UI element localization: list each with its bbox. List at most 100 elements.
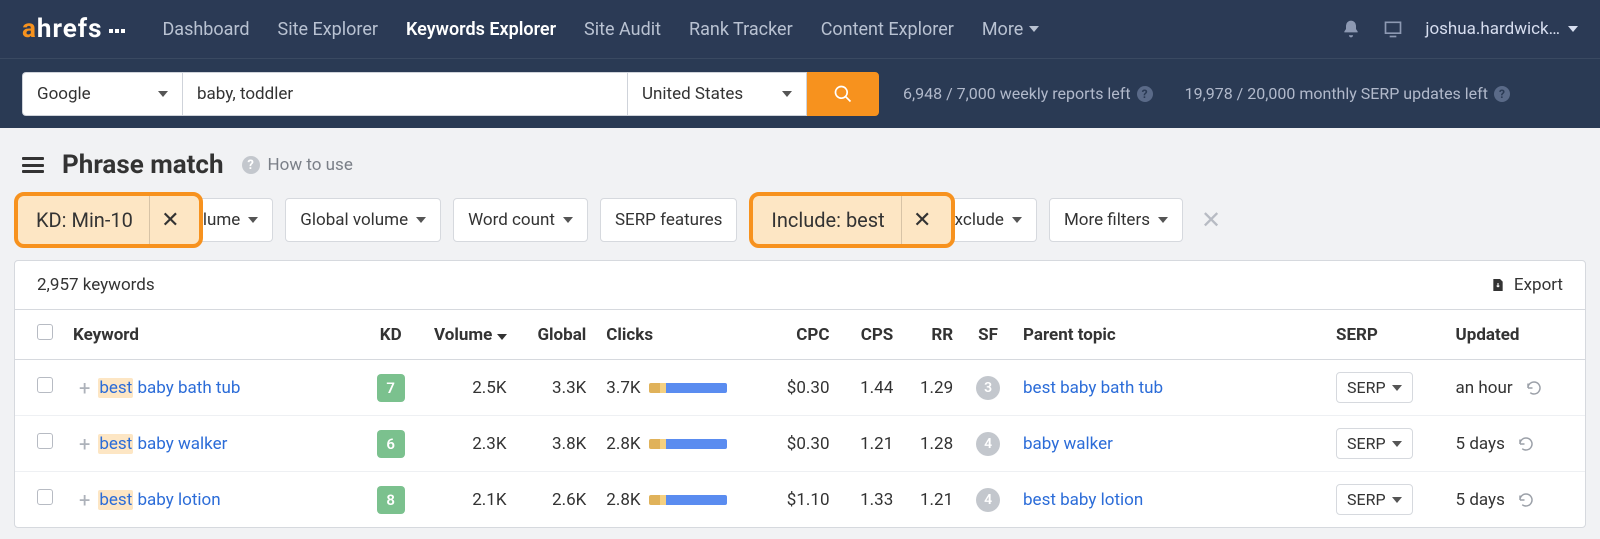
chevron-down-icon xyxy=(1568,26,1578,32)
chevron-down-icon xyxy=(1012,217,1022,223)
row-checkbox[interactable] xyxy=(37,433,53,449)
cell-cpc: $1.10 xyxy=(766,472,840,528)
sf-badge: 3 xyxy=(976,376,1000,400)
search-bar: Google baby, toddler United States 6,948… xyxy=(0,58,1600,128)
nav-more[interactable]: More xyxy=(982,19,1039,40)
cell-clicks: 3.7K xyxy=(596,360,765,416)
filter-word-count[interactable]: Word count xyxy=(453,198,588,242)
filter-kd-active[interactable]: KD: Min-10 ✕ xyxy=(14,192,203,248)
nav-content-explorer[interactable]: Content Explorer xyxy=(821,19,954,40)
monitor-icon[interactable] xyxy=(1383,19,1403,39)
export-button[interactable]: Export xyxy=(1490,275,1563,295)
nav-rank-tracker[interactable]: Rank Tracker xyxy=(689,19,793,40)
cell-updated: 5 days xyxy=(1446,416,1585,472)
cell-volume: 2.5K xyxy=(421,360,517,416)
col-cps[interactable]: CPS xyxy=(840,310,904,360)
nav-site-explorer[interactable]: Site Explorer xyxy=(278,19,378,40)
spark-bar xyxy=(649,383,727,393)
select-all-checkbox[interactable] xyxy=(37,324,53,340)
keyword-link[interactable]: best baby lotion xyxy=(98,490,220,510)
col-parent[interactable]: Parent topic xyxy=(1013,310,1326,360)
filter-include-active[interactable]: Include: best ✕ xyxy=(749,192,954,248)
serp-updates-left-status: 19,978 / 20,000 monthly SERP updates lef… xyxy=(1185,84,1510,103)
clear-filters-icon[interactable]: ✕ xyxy=(1195,206,1227,234)
download-icon xyxy=(1490,276,1506,294)
chevron-down-icon xyxy=(416,217,426,223)
nav-site-audit[interactable]: Site Audit xyxy=(584,19,661,40)
refresh-icon[interactable] xyxy=(1517,491,1535,509)
keyword-link[interactable]: best baby walker xyxy=(98,434,227,454)
cell-volume: 2.1K xyxy=(421,472,517,528)
chevron-down-icon xyxy=(782,91,792,97)
cell-updated: 5 days xyxy=(1446,472,1585,528)
user-menu[interactable]: joshua.hardwick… xyxy=(1425,19,1578,39)
parent-topic-link[interactable]: baby walker xyxy=(1023,434,1113,454)
user-name: joshua.hardwick… xyxy=(1425,19,1560,39)
parent-topic-link[interactable]: best baby lotion xyxy=(1023,490,1143,510)
col-serp[interactable]: SERP xyxy=(1326,310,1446,360)
cell-cps: 1.21 xyxy=(840,416,904,472)
search-engine-select[interactable]: Google xyxy=(22,72,182,116)
export-label: Export xyxy=(1514,275,1563,295)
cell-cps: 1.33 xyxy=(840,472,904,528)
col-rr[interactable]: RR xyxy=(903,310,963,360)
filter-kd-label: KD: Min-10 xyxy=(26,208,143,232)
serp-button[interactable]: SERP xyxy=(1336,372,1413,403)
nav-more-label: More xyxy=(982,19,1023,40)
expand-icon[interactable]: + xyxy=(79,488,90,512)
expand-icon[interactable]: + xyxy=(79,432,90,456)
top-nav: ahrefs Dashboard Site Explorer Keywords … xyxy=(0,0,1600,58)
cell-cpc: $0.30 xyxy=(766,360,840,416)
keyword-link[interactable]: best baby bath tub xyxy=(98,378,240,398)
keywords-input[interactable]: baby, toddler xyxy=(182,72,627,116)
kd-badge: 7 xyxy=(377,374,405,402)
cell-rr: 1.29 xyxy=(903,360,963,416)
bell-icon[interactable] xyxy=(1341,19,1361,39)
kd-badge: 8 xyxy=(377,486,405,514)
col-clicks[interactable]: Clicks xyxy=(596,310,765,360)
col-updated[interactable]: Updated xyxy=(1446,310,1585,360)
cell-global: 3.3K xyxy=(517,360,597,416)
col-kd[interactable]: KD xyxy=(361,310,421,360)
serp-button[interactable]: SERP xyxy=(1336,484,1413,515)
keywords-table: Keyword KD Volume Global Clicks CPC CPS … xyxy=(15,309,1585,527)
expand-icon[interactable]: + xyxy=(79,376,90,400)
menu-toggle-icon[interactable] xyxy=(22,157,44,173)
filter-volume[interactable]: lume xyxy=(197,198,273,242)
chevron-down-icon xyxy=(1158,217,1168,223)
cell-rr: 1.28 xyxy=(903,416,963,472)
table-row: +best baby lotion82.1K2.6K2.8K $1.101.33… xyxy=(15,472,1585,528)
col-volume[interactable]: Volume xyxy=(421,310,517,360)
table-row: + best baby bath tub 7 2.5K3.3K3.7K $0.30 1.… xyxy=(15,360,1585,416)
col-cpc[interactable]: CPC xyxy=(766,310,840,360)
parent-topic-link[interactable]: best baby bath tub xyxy=(1023,378,1163,398)
row-checkbox[interactable] xyxy=(37,489,53,505)
refresh-icon[interactable] xyxy=(1525,379,1543,397)
close-icon[interactable]: ✕ xyxy=(149,196,191,244)
filter-exclude[interactable]: xclude xyxy=(949,198,1037,242)
cell-clicks: 2.8K xyxy=(596,472,765,528)
nav-dashboard[interactable]: Dashboard xyxy=(162,19,249,40)
filter-global-volume[interactable]: Global volume xyxy=(285,198,441,242)
col-global[interactable]: Global xyxy=(517,310,597,360)
filter-more[interactable]: More filters xyxy=(1049,198,1183,242)
cell-updated: an hour xyxy=(1446,360,1585,416)
logo[interactable]: ahrefs xyxy=(22,14,126,44)
serp-button[interactable]: SERP xyxy=(1336,428,1413,459)
search-button[interactable] xyxy=(807,72,879,116)
how-to-use-link[interactable]: ? How to use xyxy=(242,155,353,175)
filter-serp-features[interactable]: SERP features xyxy=(600,198,737,242)
close-icon[interactable]: ✕ xyxy=(901,196,943,244)
refresh-icon[interactable] xyxy=(1517,435,1535,453)
col-sf[interactable]: SF xyxy=(963,310,1013,360)
help-icon[interactable]: ? xyxy=(1137,86,1153,102)
help-icon[interactable]: ? xyxy=(1494,86,1510,102)
chevron-down-icon xyxy=(1392,385,1402,391)
country-select[interactable]: United States xyxy=(627,72,807,116)
nav-keywords-explorer[interactable]: Keywords Explorer xyxy=(406,19,556,40)
search-icon xyxy=(833,84,853,104)
spark-bar xyxy=(649,495,727,505)
row-checkbox[interactable] xyxy=(37,377,53,393)
search-engine-value: Google xyxy=(37,84,91,104)
col-keyword[interactable]: Keyword xyxy=(63,310,361,360)
